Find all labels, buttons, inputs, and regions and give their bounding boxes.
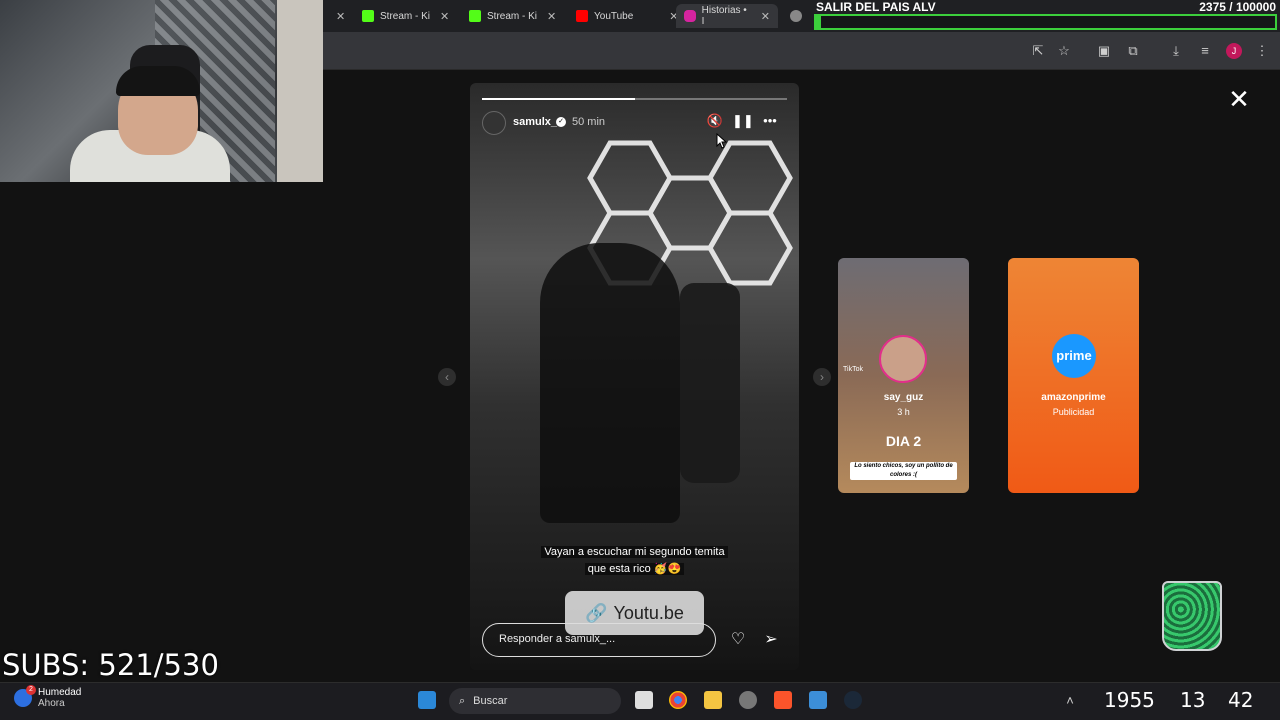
story-preview-amazonprime[interactable]: prime amazonprime Publicidad — [1008, 258, 1139, 493]
bookmark-star-icon[interactable]: ☆ — [1056, 43, 1072, 59]
tab-descarga[interactable] — [790, 4, 802, 28]
verified-icon: ✓ — [556, 117, 566, 127]
close-icon[interactable]: ✕ — [440, 10, 449, 23]
media-icon[interactable]: ▣ — [1096, 43, 1112, 59]
youtube-icon — [576, 10, 588, 22]
preview-note: Lo siento chicos, soy un pollito de colo… — [850, 462, 957, 480]
folder-icon[interactable] — [704, 691, 722, 709]
weather-sub: Ahora — [38, 698, 65, 709]
story-chair — [680, 283, 740, 483]
tab-close-left[interactable]: ✕ — [332, 4, 345, 28]
goal-count: 2375 / 100000 — [1199, 0, 1276, 14]
close-icon[interactable]: ✕ — [1228, 86, 1250, 112]
globe-icon — [790, 10, 802, 22]
tiktok-tag: TikTok — [843, 366, 863, 373]
tab-stream-1[interactable]: Stream - Ki ✕ — [362, 4, 449, 28]
tab-historias[interactable]: Historias • I ✕ — [676, 4, 778, 28]
caption-line-1: Vayan a escuchar mi segundo temita — [541, 546, 728, 558]
caption-line-2: que esta rico 🥳😍 — [584, 563, 685, 575]
preview-time: 3 h — [897, 407, 910, 417]
chevron-right-icon[interactable]: › — [813, 368, 831, 386]
kick-icon — [469, 10, 481, 22]
tab-stream-2[interactable]: Stream - Ki ✕ — [469, 4, 556, 28]
send-icon[interactable]: ➢ — [761, 630, 781, 650]
goal-progress-bar — [814, 14, 1277, 30]
weather-title: Humedad — [38, 687, 82, 698]
search-label: Buscar — [473, 695, 508, 707]
chevron-left-icon[interactable]: ‹ — [438, 368, 456, 386]
preview-sub: Publicidad — [1052, 407, 1095, 417]
cursor-icon — [716, 133, 728, 149]
close-icon[interactable]: ✕ — [547, 10, 556, 23]
prime-logo-icon: prime — [1052, 334, 1096, 378]
story-viewer[interactable]: samulx_ ✓ 50 min 🔇 ❚❚ ••• Vayan a escuch… — [470, 83, 799, 670]
story-progress-fill — [482, 98, 635, 100]
app-icon[interactable] — [809, 691, 827, 709]
tab-youtube[interactable]: YouTube ✕ — [576, 4, 679, 28]
close-icon[interactable]: ✕ — [761, 10, 770, 23]
goal-progress-fill — [816, 16, 821, 28]
clock-overlay-c: 42 — [1228, 688, 1254, 712]
notification-badge: 2 — [26, 685, 36, 695]
weather-icon: 2 — [14, 685, 36, 707]
weather-widget[interactable]: 2 Humedad Ahora — [14, 685, 82, 709]
task-view-icon[interactable] — [635, 691, 653, 709]
heart-icon[interactable]: ♡ — [728, 630, 748, 650]
tab-label: Stream - Ki — [380, 10, 431, 22]
search-input[interactable]: ⌕ Buscar — [449, 688, 621, 714]
extensions-icon[interactable]: ⧉ — [1125, 43, 1141, 59]
clock-overlay-a: 1955 — [1104, 688, 1155, 712]
story-preview-say-guz[interactable]: TikTok say_guz 3 h DIA 2 Lo siento chico… — [838, 258, 969, 493]
preview-name: say_guz — [883, 392, 924, 403]
reply-input[interactable]: Responder a samulx_... — [482, 623, 716, 657]
subs-counter: SUBS: 521/530 — [2, 648, 219, 682]
story-time: 50 min — [572, 116, 606, 128]
story-username[interactable]: samulx_ — [513, 116, 557, 128]
pause-icon[interactable]: ❚❚ — [732, 112, 754, 130]
link-sticker-label: Youtu.be — [613, 602, 684, 623]
goal-title: SALIR DEL PAIS ALV — [816, 0, 936, 14]
webcam-feed — [0, 0, 323, 182]
mute-icon[interactable]: 🔇 — [706, 112, 724, 130]
webcam-door — [277, 0, 323, 182]
tab-label: Stream - Ki — [487, 10, 538, 22]
story-progress-bar — [482, 98, 787, 100]
clock-overlay-b: 13 — [1180, 688, 1206, 712]
menu-kebab-icon[interactable]: ⋮ — [1254, 43, 1270, 59]
avatar — [879, 335, 927, 383]
install-app-icon[interactable]: ⇱ — [1030, 43, 1046, 59]
app-icon[interactable] — [739, 691, 757, 709]
search-icon: ⌕ — [459, 694, 466, 707]
link-icon: 🔗 — [585, 602, 608, 623]
instagram-icon — [684, 10, 696, 22]
preview-name: amazonprime — [1041, 392, 1106, 403]
steam-icon[interactable] — [844, 691, 862, 709]
webcam-person-cap — [116, 66, 200, 96]
kick-icon — [362, 10, 374, 22]
reading-list-icon[interactable]: ≡ — [1197, 43, 1213, 59]
preview-title: DIA 2 — [885, 433, 922, 449]
download-icon[interactable]: ⤓ — [1168, 43, 1184, 59]
more-icon[interactable]: ••• — [761, 112, 779, 130]
tab-label: Historias • I — [701, 5, 747, 27]
chevron-up-icon[interactable]: ˄ — [1062, 693, 1078, 709]
story-caption: Vayan a escuchar mi segundo temita que e… — [470, 544, 799, 578]
tab-label: YouTube — [594, 10, 634, 22]
chrome-icon[interactable] — [669, 691, 687, 709]
story-person — [540, 243, 680, 523]
profile-avatar[interactable]: J — [1226, 43, 1242, 59]
brave-icon[interactable] — [774, 691, 792, 709]
windows-icon[interactable] — [418, 691, 436, 709]
avatar[interactable] — [482, 111, 506, 135]
recycle-bin-icon[interactable] — [1162, 581, 1222, 651]
